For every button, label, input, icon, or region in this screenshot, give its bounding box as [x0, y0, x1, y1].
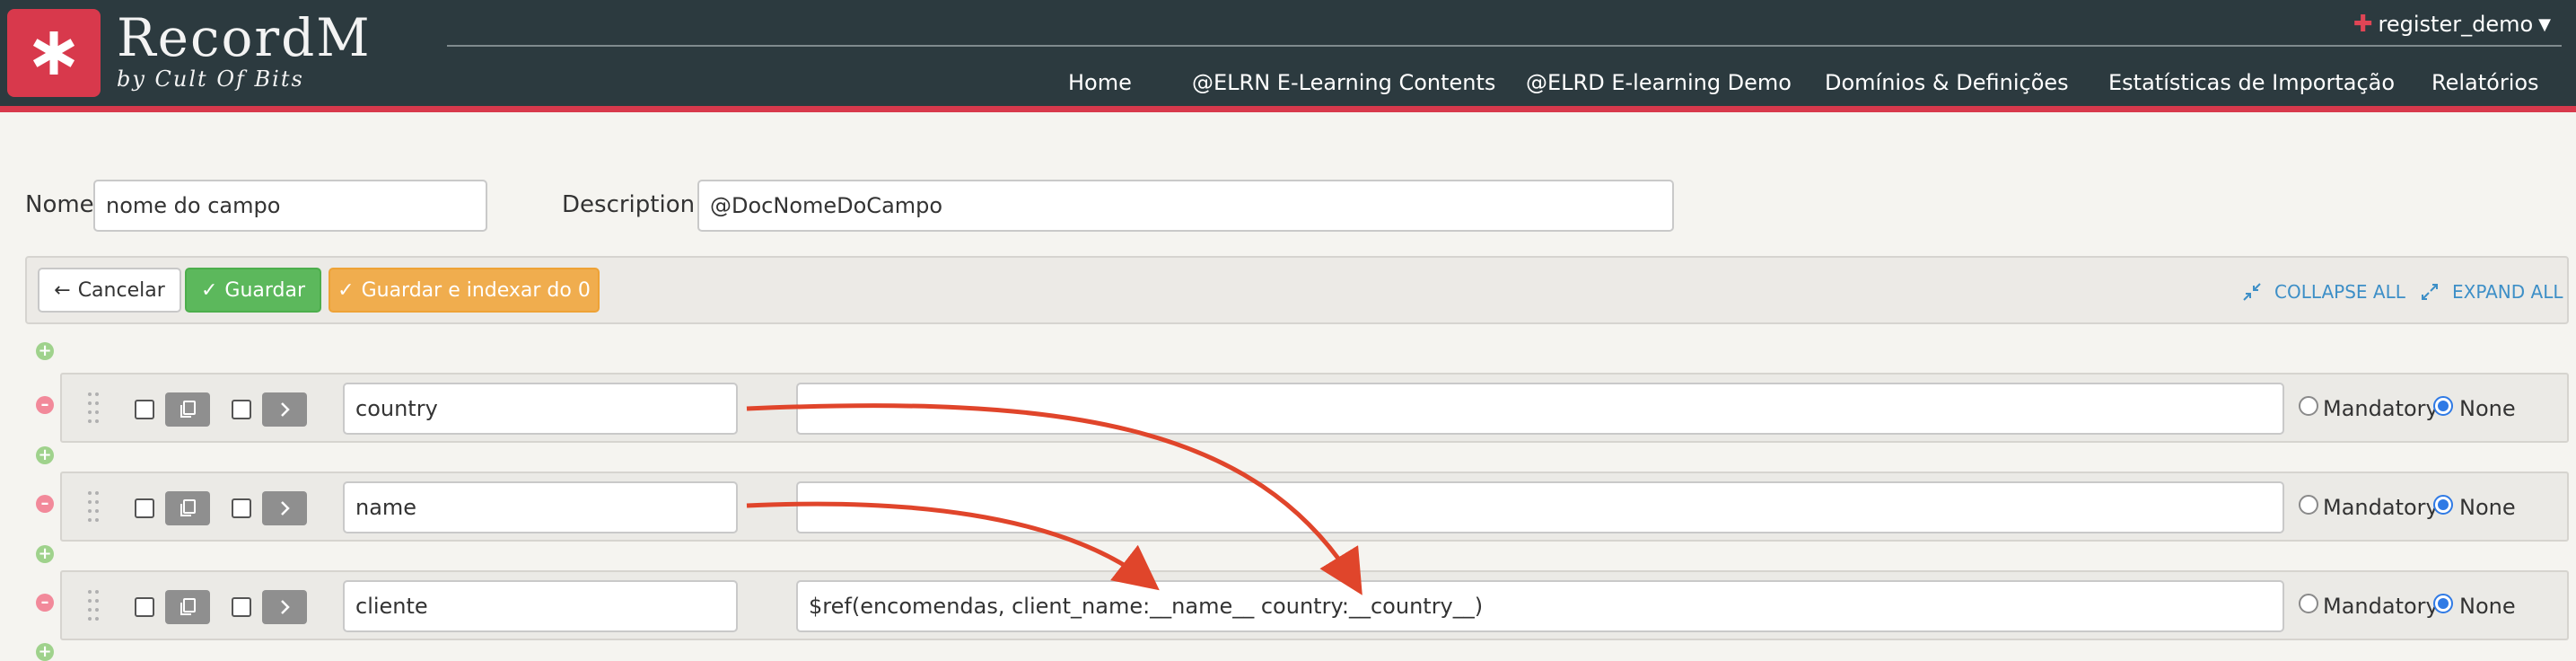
- row-checkbox[interactable]: [135, 400, 154, 419]
- nav-item-dominios[interactable]: Domínios & Definições: [1825, 65, 2069, 101]
- field-name-input[interactable]: country: [343, 383, 738, 435]
- copy-button[interactable]: [165, 590, 210, 624]
- row-checkbox[interactable]: [135, 597, 154, 617]
- cancel-label: Cancelar: [77, 278, 165, 302]
- header-separator: [447, 45, 2562, 47]
- chevron-right-icon: [281, 501, 290, 516]
- none-label: None: [2459, 495, 2516, 520]
- nav-item-elrn[interactable]: @ELRN E-Learning Contents: [1192, 65, 1495, 101]
- chevron-right-icon: [281, 402, 290, 417]
- field-description-input[interactable]: $ref(encomendas, client_name:__name__ co…: [796, 580, 2284, 632]
- check-icon: ✓: [200, 278, 218, 302]
- field-description-input[interactable]: [796, 481, 2284, 533]
- collapse-all-label: COLLAPSE ALL: [2274, 281, 2405, 303]
- none-label: None: [2459, 396, 2516, 421]
- main-nav: Home @ELRN E-Learning Contents @ELRD E-l…: [0, 65, 2576, 101]
- mandatory-radio[interactable]: [2299, 594, 2318, 613]
- description-label: Description:: [562, 191, 703, 218]
- nav-item-estatisticas[interactable]: Estatísticas de Importação: [2108, 65, 2395, 101]
- user-name: register_demo: [2378, 12, 2534, 37]
- none-radio[interactable]: [2433, 495, 2453, 515]
- copy-button[interactable]: [165, 491, 210, 525]
- drag-handle-icon[interactable]: [87, 391, 100, 425]
- mandatory-label: Mandatory: [2323, 594, 2439, 619]
- field-name-input[interactable]: cliente: [343, 580, 738, 632]
- mandatory-radio[interactable]: [2299, 495, 2318, 515]
- field-row: name Mandatory None: [60, 472, 2569, 542]
- copy-icon: [180, 401, 196, 418]
- save-label: Guardar: [224, 278, 306, 302]
- nav-item-home[interactable]: Home: [1068, 65, 1132, 101]
- remove-field-button[interactable]: –: [36, 396, 54, 414]
- save-and-index-button[interactable]: ✓ Guardar e indexar do 0: [329, 268, 600, 313]
- mandatory-radio[interactable]: [2299, 396, 2318, 416]
- check-icon: ✓: [337, 278, 355, 302]
- brand-name: RecordM: [117, 7, 372, 68]
- expand-row-button[interactable]: [262, 491, 307, 525]
- expand-all-label: EXPAND ALL: [2452, 281, 2563, 303]
- drag-handle-icon[interactable]: [87, 489, 100, 524]
- add-field-button[interactable]: +: [36, 342, 54, 360]
- nav-item-relatorios[interactable]: Relatórios: [2431, 65, 2539, 101]
- expand-row-button[interactable]: [262, 590, 307, 624]
- copy-icon: [180, 499, 196, 516]
- none-radio[interactable]: [2433, 594, 2453, 613]
- description-field[interactable]: @DocNomeDoCampo: [697, 180, 1674, 232]
- save-button[interactable]: ✓ Guardar: [185, 268, 321, 313]
- copy-button[interactable]: [165, 392, 210, 427]
- add-field-button[interactable]: +: [36, 643, 54, 661]
- chevron-right-icon: [281, 600, 290, 614]
- nav-item-elrd[interactable]: @ELRD E-learning Demo: [1526, 65, 1792, 101]
- row-checkbox[interactable]: [232, 498, 251, 518]
- user-menu[interactable]: ✚ register_demo ▼: [2353, 9, 2551, 40]
- name-field[interactable]: nome do campo: [93, 180, 487, 232]
- header-accent-line: [0, 106, 2576, 112]
- row-checkbox[interactable]: [135, 498, 154, 518]
- none-label: None: [2459, 594, 2516, 619]
- cancel-button[interactable]: ← Cancelar: [38, 268, 181, 313]
- person-icon: ✚: [2353, 11, 2373, 38]
- field-name-input[interactable]: name: [343, 481, 738, 533]
- row-checkbox[interactable]: [232, 597, 251, 617]
- row-checkbox[interactable]: [232, 400, 251, 419]
- action-toolbar: ← Cancelar ✓ Guardar ✓ Guardar e indexar…: [25, 256, 2569, 324]
- arrow-left-icon: ←: [54, 278, 71, 302]
- name-label: Nome: [25, 191, 94, 218]
- caret-down-icon: ▼: [2538, 14, 2551, 34]
- drag-handle-icon[interactable]: [87, 588, 100, 622]
- add-field-button[interactable]: +: [36, 545, 54, 563]
- none-radio[interactable]: [2433, 396, 2453, 416]
- expand-icon: [2422, 284, 2438, 300]
- add-field-button[interactable]: +: [36, 446, 54, 464]
- top-header: RecordM by Cult Of Bits ✚ register_demo …: [0, 0, 2576, 106]
- mandatory-label: Mandatory: [2323, 396, 2439, 421]
- remove-field-button[interactable]: –: [36, 594, 54, 612]
- field-row: cliente $ref(encomendas, client_name:__n…: [60, 570, 2569, 640]
- remove-field-button[interactable]: –: [36, 495, 54, 513]
- expand-all-link[interactable]: EXPAND ALL: [2420, 274, 2563, 310]
- mandatory-label: Mandatory: [2323, 495, 2439, 520]
- copy-icon: [180, 598, 196, 615]
- field-description-input[interactable]: [796, 383, 2284, 435]
- collapse-icon: [2243, 283, 2261, 301]
- save-index-label: Guardar e indexar do 0: [361, 278, 591, 302]
- field-row: country Mandatory None: [60, 373, 2569, 443]
- collapse-all-link[interactable]: COLLAPSE ALL: [2242, 274, 2405, 310]
- expand-row-button[interactable]: [262, 392, 307, 427]
